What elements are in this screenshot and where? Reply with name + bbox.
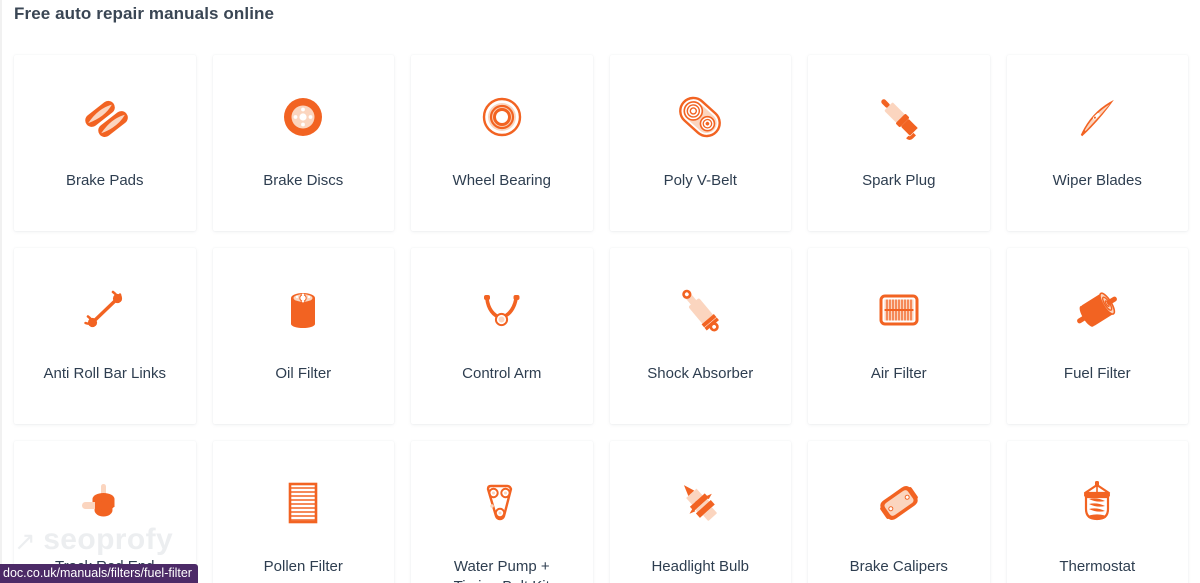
category-card[interactable]: Track Rod End <box>14 441 196 583</box>
category-card[interactable]: Oil Filter <box>212 248 394 424</box>
poly-v-belt-icon <box>668 85 732 149</box>
spark-plug-icon <box>867 85 931 149</box>
water-pump-timing-belt-kit-icon <box>470 471 534 535</box>
category-card[interactable]: Control Arm <box>411 248 593 424</box>
category-card[interactable]: Headlight Bulb <box>609 441 791 583</box>
category-card[interactable]: Air Filter <box>808 248 990 424</box>
anti-roll-bar-links-icon <box>73 278 137 342</box>
category-card-label: Anti Roll Bar Links <box>43 365 167 382</box>
category-card[interactable]: Water Pump + Timing Belt Kit <box>411 441 593 583</box>
category-card[interactable]: Brake Calipers <box>808 441 990 583</box>
category-card-label: Pollen Filter <box>263 558 343 575</box>
page-left-edge <box>0 0 2 583</box>
category-card-label: Brake Discs <box>263 172 344 189</box>
category-card[interactable]: Wiper Blades <box>1006 55 1188 231</box>
brake-calipers-icon <box>867 471 931 535</box>
category-card-label: Air Filter <box>870 365 927 382</box>
category-card-label: Control Arm <box>462 365 542 382</box>
category-card[interactable]: Wheel Bearing <box>411 55 593 231</box>
category-card-label: Spark Plug <box>862 172 936 189</box>
category-card-label: Shock Absorber <box>647 365 754 382</box>
shock-absorber-icon <box>668 278 732 342</box>
category-card-label: Wiper Blades <box>1052 172 1142 189</box>
category-card-label: Brake Calipers <box>849 558 948 575</box>
brake-pads-icon <box>73 85 137 149</box>
pollen-filter-icon <box>271 471 335 535</box>
control-arm-icon <box>470 278 534 342</box>
page-title: Free auto repair manuals online <box>14 4 275 23</box>
category-card[interactable]: Brake Pads <box>14 55 196 231</box>
category-card[interactable]: Shock Absorber <box>609 248 791 424</box>
brake-discs-icon <box>271 85 335 149</box>
headlight-bulb-icon <box>668 471 732 535</box>
wheel-bearing-icon <box>470 85 534 149</box>
category-card[interactable]: Poly V-Belt <box>609 55 791 231</box>
category-card-label: Thermostat <box>1059 558 1136 575</box>
oil-filter-icon <box>271 278 335 342</box>
category-card[interactable]: Pollen Filter <box>212 441 394 583</box>
fuel-filter-icon <box>1065 278 1129 342</box>
category-card[interactable]: Spark Plug <box>808 55 990 231</box>
category-card-label: Water Pump + Timing Belt Kit <box>453 558 550 583</box>
category-card[interactable]: Fuel Filter <box>1006 248 1188 424</box>
status-bar-url: doc.co.uk/manuals/filters/fuel-filter <box>0 564 198 583</box>
track-rod-end-icon <box>73 471 137 535</box>
thermostat-icon <box>1065 471 1129 535</box>
category-card-label: Poly V-Belt <box>663 172 737 189</box>
category-card-label: Oil Filter <box>275 365 332 382</box>
air-filter-icon <box>867 278 931 342</box>
parts-category-grid: Brake Pads Brake Discs Wheel Bearing Pol… <box>14 55 1188 583</box>
category-card[interactable]: Anti Roll Bar Links <box>14 248 196 424</box>
category-card-label: Brake Pads <box>65 172 144 189</box>
category-card-label: Headlight Bulb <box>651 558 750 575</box>
category-card-label: Wheel Bearing <box>452 172 551 189</box>
category-card-label: Fuel Filter <box>1063 365 1131 382</box>
category-card[interactable]: Thermostat <box>1006 441 1188 583</box>
category-card[interactable]: Brake Discs <box>212 55 394 231</box>
wiper-blades-icon <box>1065 85 1129 149</box>
